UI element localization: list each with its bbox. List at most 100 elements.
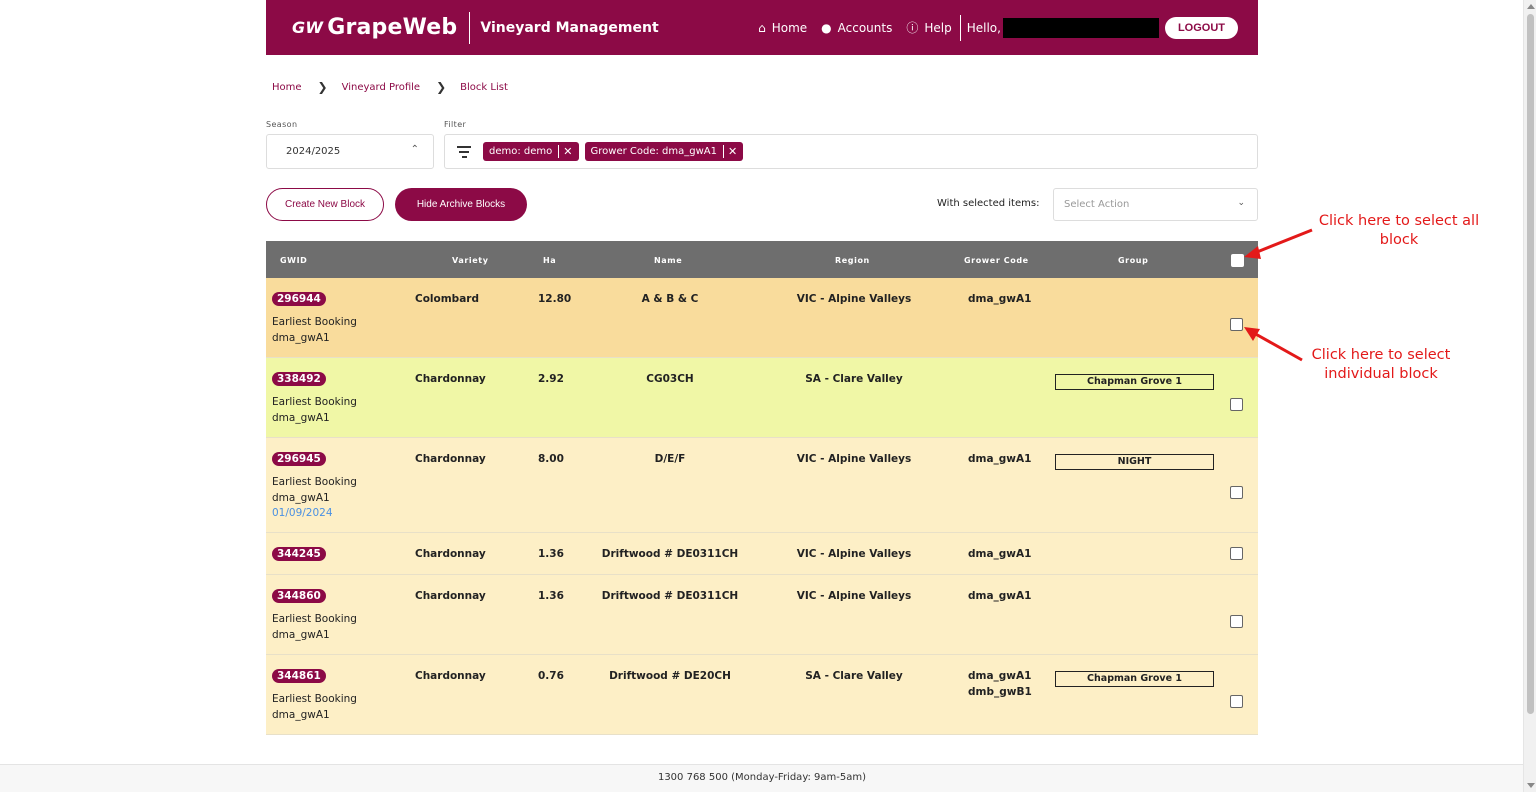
table-row[interactable]: 344245 Chardonnay 1.36 Driftwood # DE0311CH… [266,533,1258,575]
grower-code-cell: dma_gwA1 [968,590,1032,602]
column-header-name[interactable]: Name [654,256,682,265]
column-header-grower-code[interactable]: Grower Code [964,256,1029,265]
filter-chip-demo[interactable]: demo: demo ✕ [483,142,579,161]
season-label: Season [266,120,298,129]
gwid-badge[interactable]: 344861 [272,669,326,683]
earliest-booking-label: Earliest Booking [272,396,357,408]
chevron-down-icon: ⌄ [1237,198,1245,208]
grower-code-cell-2: dmb_gwB1 [968,686,1032,698]
ha-cell: 2.92 [538,373,564,385]
grapeweb-logo[interactable]: GW GrapeWeb [292,15,457,40]
grower-code-cell: dma_gwA1 [968,453,1032,465]
region-cell: VIC - Alpine Valleys [796,590,912,602]
gwid-badge[interactable]: 344860 [272,589,326,603]
help-icon: ⓘ [906,21,919,35]
annotation-select-individual: Click here to select individual block [1311,347,1451,382]
filter-input[interactable]: demo: demo ✕ Grower Code: dma_gwA1 ✕ [444,134,1258,169]
ha-cell: 12.80 [538,293,572,305]
with-selected-label: With selected items: [937,198,1040,209]
create-new-block-button[interactable]: Create New Block [266,188,384,221]
name-cell: A & B & C [641,293,699,305]
breadcrumb-home[interactable]: Home [272,82,302,93]
grower-code-cell: dma_gwA1 [968,670,1032,682]
region-cell: SA - Clare Valley [805,670,903,682]
booking-info: Earliest Booking dma_gwA1 01/09/2024 [272,475,357,522]
filter-label: Filter [444,120,467,129]
name-cell: CG03CH [646,373,694,385]
row-select-checkbox[interactable] [1230,398,1243,411]
table-row[interactable]: 344860 Earliest Booking dma_gwA1 Chardonnay… [266,575,1258,655]
breadcrumb-vineyard-profile[interactable]: Vineyard Profile [342,82,421,93]
booking-grower-code: dma_gwA1 [272,491,330,504]
group-cell: Chapman Grove 1 [1055,671,1214,687]
ha-cell: 1.36 [538,548,564,560]
gwid-badge[interactable]: 344245 [272,547,326,561]
scroll-down-icon[interactable] [1527,783,1535,788]
region-cell: VIC - Alpine Valleys [796,453,912,465]
select-action-dropdown[interactable]: Select Action ⌄ [1053,188,1258,221]
season-select[interactable]: 2024/2025 ⌃ [266,134,434,169]
group-cell: Chapman Grove 1 [1055,374,1214,390]
close-icon[interactable]: ✕ [722,145,737,158]
column-header-ha[interactable]: Ha [543,256,556,265]
hide-archive-blocks-button[interactable]: Hide Archive Blocks [395,188,527,221]
table-row[interactable]: 296945 Earliest Booking dma_gwA1 01/09/2024… [266,438,1258,533]
top-header: GW GrapeWeb Vineyard Management ⌂ Home ●… [266,0,1258,55]
nav-home[interactable]: ⌂ Home [758,21,807,35]
nav-divider [959,14,961,41]
logo-mark: GW [292,18,324,37]
filter-icon[interactable] [457,144,471,159]
table-row[interactable]: 338492 Earliest Booking dma_gwA1 Chardonnay… [266,358,1258,438]
app-title: Vineyard Management [480,19,659,36]
logout-button[interactable]: LOGOUT [1164,16,1238,39]
page-scrollbar[interactable] [1523,0,1536,792]
logo-text: GrapeWeb [327,15,458,40]
booking-grower-code: dma_gwA1 [272,628,330,641]
nav-help[interactable]: ⓘ Help [906,19,951,36]
row-select-checkbox[interactable] [1230,486,1243,499]
annotation-select-all: Click here to select all block [1318,213,1480,248]
region-cell: SA - Clare Valley [805,373,903,385]
hello-text: Hello, [966,20,1001,35]
nav-accounts-label: Accounts [837,20,893,35]
variety-cell: Chardonnay [415,590,486,602]
column-header-variety[interactable]: Variety [452,256,489,265]
close-icon[interactable]: ✕ [558,145,573,158]
nav-accounts[interactable]: ● Accounts [821,21,892,35]
variety-cell: Chardonnay [415,670,486,682]
region-cell: VIC - Alpine Valleys [796,548,912,560]
table-header: GWID Variety Ha Name Region Grower Code … [266,241,1258,278]
variety-cell: Colombard [415,293,479,305]
region-cell: VIC - Alpine Valleys [796,293,912,305]
column-header-gwid[interactable]: GWID [280,256,307,265]
booking-info: Earliest Booking dma_gwA1 [272,692,357,723]
gwid-badge[interactable]: 296944 [272,292,326,306]
scrollbar-thumb[interactable] [1527,14,1534,714]
table-row[interactable]: 296944 Earliest Booking dma_gwA1 Colombard 1… [266,278,1258,358]
booking-grower-code: dma_gwA1 [272,708,330,721]
gwid-badge[interactable]: 338492 [272,372,326,386]
grower-code-cell: dma_gwA1 [968,548,1032,560]
page: GW GrapeWeb Vineyard Management ⌂ Home ●… [0,0,1536,792]
column-header-group[interactable]: Group [1118,256,1148,265]
block-table: GWID Variety Ha Name Region Grower Code … [266,241,1258,735]
account-circle-icon: ● [821,20,832,35]
row-select-checkbox[interactable] [1230,695,1243,708]
ha-cell: 8.00 [538,453,564,465]
table-body: 296944 Earliest Booking dma_gwA1 Colombard 1… [266,278,1258,735]
chevron-right-icon: ❯ [436,80,447,94]
row-select-checkbox[interactable] [1230,615,1243,628]
booking-grower-code: dma_gwA1 [272,411,330,424]
table-row[interactable]: 344861 Earliest Booking dma_gwA1 Chardonnay… [266,655,1258,735]
grower-code-cell: dma_gwA1 [968,293,1032,305]
earliest-booking-label: Earliest Booking [272,613,357,625]
scroll-up-icon[interactable] [1527,4,1535,9]
column-header-region[interactable]: Region [835,256,870,265]
gwid-badge[interactable]: 296945 [272,452,326,466]
booking-grower-code: dma_gwA1 [272,331,330,344]
footer-contact: 1300 768 500 (Monday-Friday: 9am-5am) [0,764,1524,792]
row-select-checkbox[interactable] [1230,547,1243,560]
nav-home-label: Home [771,20,808,35]
name-cell: Driftwood # DE20CH [609,670,731,682]
filter-chip-grower-code[interactable]: Grower Code: dma_gwA1 ✕ [584,142,744,161]
